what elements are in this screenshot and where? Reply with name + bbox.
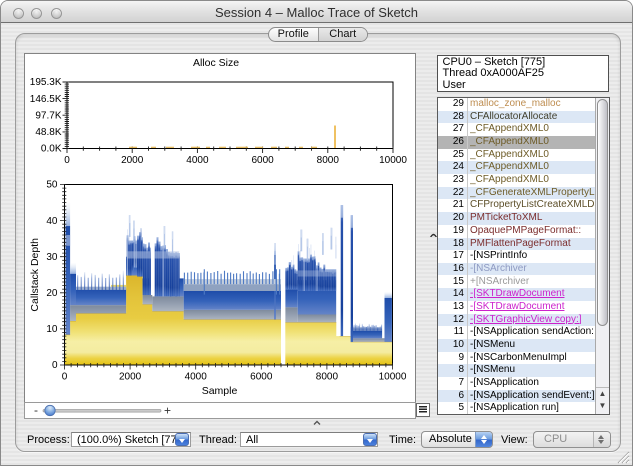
svg-text:10000: 10000 (379, 372, 407, 383)
svg-text:48.8K: 48.8K (35, 127, 61, 138)
svg-text:30: 30 (46, 252, 58, 263)
svg-text:Sample: Sample (202, 385, 238, 397)
svg-text:Alloc Size: Alloc Size (193, 57, 239, 69)
svg-text:10: 10 (46, 324, 58, 335)
svg-text:Callstack Depth: Callstack Depth (29, 238, 41, 312)
svg-text:195.3K: 195.3K (30, 77, 62, 88)
svg-text:6000: 6000 (251, 155, 274, 166)
svg-text:0: 0 (52, 360, 58, 371)
svg-text:20: 20 (46, 288, 58, 299)
svg-text:4000: 4000 (186, 155, 209, 166)
svg-text:97.7K: 97.7K (35, 111, 61, 122)
svg-text:0: 0 (62, 372, 68, 383)
svg-text:8000: 8000 (316, 372, 339, 383)
svg-text:-: - (34, 403, 38, 417)
svg-text:2000: 2000 (121, 155, 144, 166)
svg-text:50: 50 (46, 180, 58, 191)
svg-text:6000: 6000 (250, 372, 273, 383)
svg-text:8000: 8000 (317, 155, 340, 166)
svg-text:2000: 2000 (119, 372, 142, 383)
svg-text:10000: 10000 (379, 155, 407, 166)
svg-text:0.0K: 0.0K (41, 144, 62, 155)
svg-text:+: + (164, 403, 171, 417)
svg-text:146.5K: 146.5K (30, 94, 62, 105)
svg-text:40: 40 (46, 216, 58, 227)
svg-text:0: 0 (64, 155, 70, 166)
svg-text:4000: 4000 (185, 372, 208, 383)
